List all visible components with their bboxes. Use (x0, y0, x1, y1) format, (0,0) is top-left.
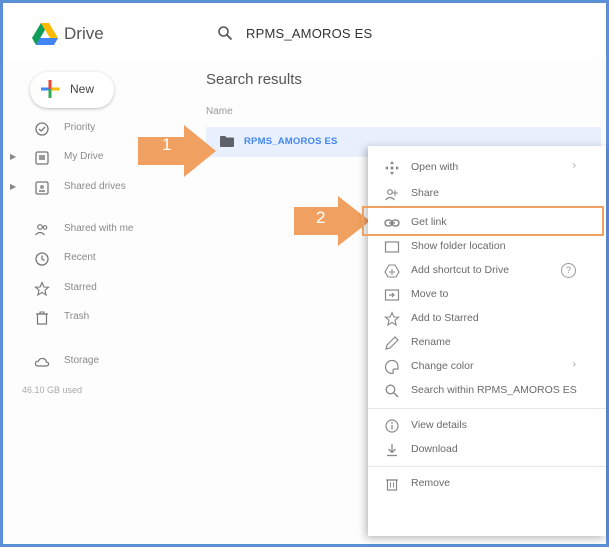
menu-item-move-to[interactable]: Move to (368, 283, 606, 307)
search-input[interactable]: RPMS_AMOROS ES (246, 26, 372, 41)
app-title: Drive (64, 24, 104, 43)
search-icon (385, 384, 399, 398)
menu-item-change-color[interactable]: Change color › (368, 355, 606, 379)
check-circle-icon (35, 122, 49, 136)
menu-item-add-to-starred[interactable]: Add to Starred (368, 307, 606, 331)
sidebar-item-label: My Drive (64, 151, 104, 162)
sidebar-item-recent[interactable]: Recent (10, 247, 185, 273)
sidebar-item-trash[interactable]: Trash (10, 306, 185, 332)
step-1-arrow (138, 125, 216, 177)
sidebar-item-label: Shared with me (64, 223, 134, 234)
sidebar-item-label: Recent (64, 252, 96, 263)
menu-item-add-shortcut[interactable]: Add shortcut to Drive ? (368, 259, 606, 283)
menu-divider (368, 408, 606, 409)
search-icon[interactable] (217, 25, 233, 41)
share-icon (385, 189, 398, 201)
file-name: RPMS_AMOROS ES (244, 136, 338, 147)
move-to-icon (384, 289, 400, 301)
menu-item-rename[interactable]: Rename (368, 331, 606, 355)
sidebar-item-label: Storage (64, 355, 100, 366)
help-icon[interactable]: ? (561, 263, 576, 278)
menu-item-open-with[interactable]: Open with › (368, 156, 606, 180)
menu-item-remove[interactable]: Remove (368, 472, 606, 496)
storage-used-text: 46.10 GB used (22, 385, 83, 395)
add-shortcut-icon (384, 264, 400, 278)
star-icon (34, 281, 50, 297)
star-icon (384, 311, 400, 327)
my-drive-icon (35, 151, 49, 165)
sidebar-item-shared-drives[interactable]: ▶ Shared drives (10, 176, 185, 202)
open-with-icon (385, 161, 399, 175)
download-icon (387, 444, 397, 457)
trash-icon (386, 479, 398, 491)
menu-item-search-within[interactable]: Search within RPMS_AMOROS ES (368, 379, 606, 403)
step-2-label: 2 (316, 208, 326, 227)
new-button-label: New (70, 82, 95, 96)
menu-item-download[interactable]: Download (368, 438, 606, 462)
page-title: Search results (206, 71, 302, 88)
folder-icon (220, 136, 234, 147)
clock-icon (35, 252, 49, 266)
sidebar-item-starred[interactable]: Starred (10, 277, 185, 303)
step-1-label: 1 (162, 135, 172, 154)
get-link-highlight (362, 206, 604, 236)
context-menu: Open with › Share Get link Show folder l… (368, 146, 606, 536)
cloud-icon (34, 357, 50, 367)
sidebar-item-label: Starred (64, 282, 97, 293)
info-icon (385, 419, 399, 433)
people-icon (35, 224, 48, 236)
sidebar-item-storage[interactable]: Storage (10, 350, 185, 376)
drive-logo-icon (32, 23, 58, 45)
chevron-right-icon: › (572, 160, 576, 171)
palette-icon (384, 359, 399, 375)
folder-location-icon (384, 241, 400, 253)
sidebar-item-label: Trash (64, 311, 90, 322)
chevron-right-icon: › (572, 359, 576, 370)
shared-drives-icon (35, 181, 49, 195)
menu-item-share[interactable]: Share (368, 182, 606, 206)
expand-arrow-icon[interactable]: ▶ (10, 182, 16, 191)
column-header-name[interactable]: Name (206, 106, 233, 117)
sidebar-item-shared-with-me[interactable]: Shared with me (10, 218, 185, 244)
trash-icon (36, 311, 48, 325)
rename-icon (385, 336, 399, 350)
menu-item-show-folder-location[interactable]: Show folder location (368, 235, 606, 259)
menu-item-view-details[interactable]: View details (368, 414, 606, 438)
expand-arrow-icon[interactable]: ▶ (10, 152, 16, 161)
plus-icon (41, 80, 60, 98)
step-2-arrow (294, 196, 370, 246)
sidebar-item-label: Priority (64, 122, 96, 133)
sidebar-item-label: Shared drives (64, 181, 126, 192)
new-button[interactable]: New (30, 72, 114, 108)
menu-divider (368, 466, 606, 467)
